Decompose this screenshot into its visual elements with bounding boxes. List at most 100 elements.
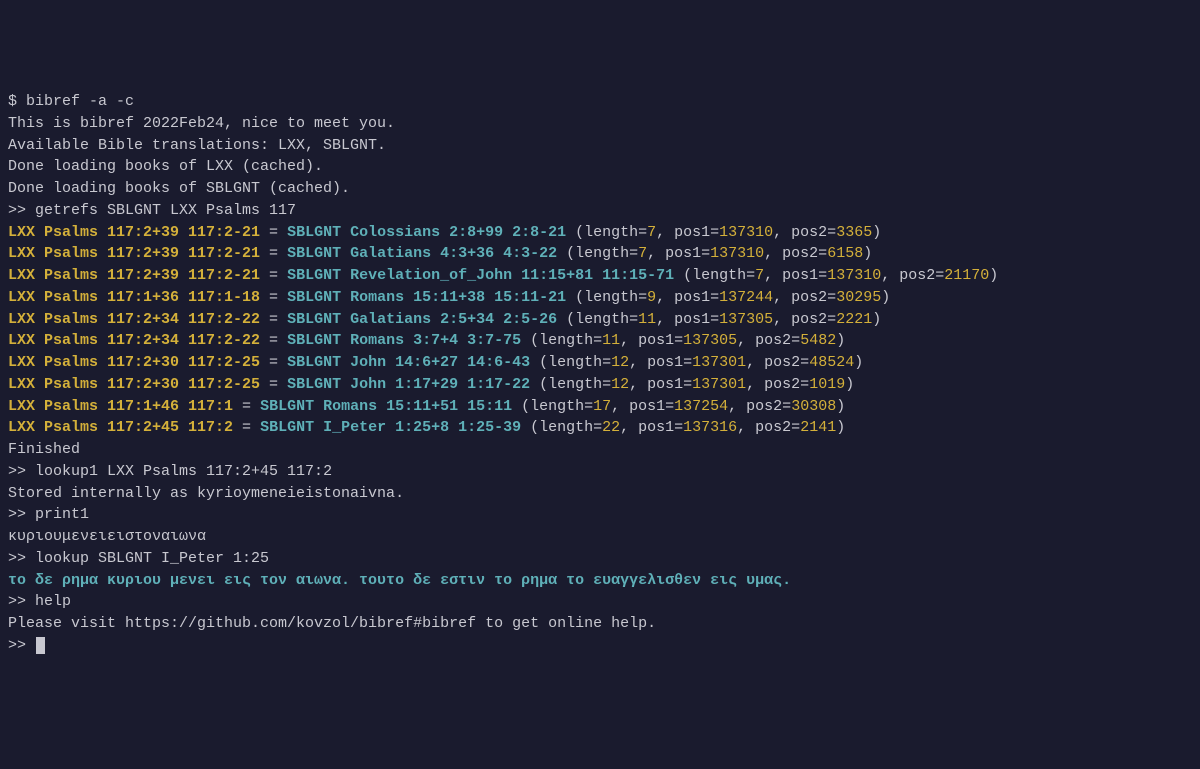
pos1-val: 137305 xyxy=(719,311,773,328)
paren-pos2: , pos2= xyxy=(773,224,836,241)
ref-line-6: LXX Psalms 117:2+30 117:2-25 = SBLGNT Jo… xyxy=(8,352,1192,374)
pos2-val: 30308 xyxy=(791,398,836,415)
pos1-val: 137305 xyxy=(683,332,737,349)
intro-text: Available Bible translations: LXX, SBLGN… xyxy=(8,137,386,154)
lxx-ref: LXX Psalms 117:2+34 117:2-22 xyxy=(8,311,260,328)
paren-length: (length= xyxy=(566,289,647,306)
length-val: 9 xyxy=(647,289,656,306)
paren-pos1: , pos1= xyxy=(647,245,710,262)
paren-length: (length= xyxy=(521,419,602,436)
lookup1-command: lookup1 LXX Psalms 117:2+45 117:2 xyxy=(35,463,332,480)
pos2-val: 48524 xyxy=(809,354,854,371)
pos1-val: 137244 xyxy=(719,289,773,306)
repl-line-lookup1: >> lookup1 LXX Psalms 117:2+45 117:2 xyxy=(8,461,1192,483)
pos1-val: 137301 xyxy=(692,376,746,393)
lxx-ref: LXX Psalms 117:1+46 117:1 xyxy=(8,398,233,415)
finished-line: Finished xyxy=(8,439,1192,461)
pos2-val: 6158 xyxy=(827,245,863,262)
repl-prompt: >> xyxy=(8,506,35,523)
lxx-ref: LXX Psalms 117:2+39 117:2-21 xyxy=(8,224,260,241)
paren-pos1: , pos1= xyxy=(620,332,683,349)
print1-command: print1 xyxy=(35,506,89,523)
paren-pos2: , pos2= xyxy=(773,311,836,328)
pos2-val: 5482 xyxy=(800,332,836,349)
pos2-val: 2141 xyxy=(800,419,836,436)
intro-line-1: Available Bible translations: LXX, SBLGN… xyxy=(8,135,1192,157)
sblgnt-ref: SBLGNT Galatians 4:3+36 4:3-22 xyxy=(287,245,557,262)
ref-line-4: LXX Psalms 117:2+34 117:2-22 = SBLGNT Ga… xyxy=(8,309,1192,331)
equals: = xyxy=(260,224,287,241)
lxx-ref: LXX Psalms 117:2+30 117:2-25 xyxy=(8,376,260,393)
length-val: 12 xyxy=(611,376,629,393)
pos1-val: 137310 xyxy=(710,245,764,262)
equals: = xyxy=(233,398,260,415)
pos2-val: 2221 xyxy=(836,311,872,328)
pos1-val: 137310 xyxy=(719,224,773,241)
repl-prompt: >> xyxy=(8,550,35,567)
equals: = xyxy=(233,419,260,436)
repl-prompt: >> xyxy=(8,637,35,654)
equals: = xyxy=(260,332,287,349)
equals: = xyxy=(260,376,287,393)
intro-text: Done loading books of LXX (cached). xyxy=(8,158,323,175)
shell-prompt: $ xyxy=(8,93,26,110)
sblgnt-ref: SBLGNT John 1:17+29 1:17-22 xyxy=(287,376,530,393)
sblgnt-ref: SBLGNT Galatians 2:5+34 2:5-26 xyxy=(287,311,557,328)
ref-line-0: LXX Psalms 117:2+39 117:2-21 = SBLGNT Co… xyxy=(8,222,1192,244)
intro-line-3: Done loading books of SBLGNT (cached). xyxy=(8,178,1192,200)
paren-pos1: , pos1= xyxy=(611,398,674,415)
cursor[interactable] xyxy=(36,637,45,654)
paren-pos1: , pos1= xyxy=(656,289,719,306)
lxx-ref: LXX Psalms 117:1+36 117:1-18 xyxy=(8,289,260,306)
terminal-output[interactable]: $ bibref -a -cThis is bibref 2022Feb24, … xyxy=(8,91,1192,657)
sblgnt-ref: SBLGNT Colossians 2:8+99 2:8-21 xyxy=(287,224,566,241)
paren-close: ) xyxy=(989,267,998,284)
greek-line-1: κυριουμενειειστοναιωνα xyxy=(8,526,1192,548)
paren-pos1: , pos1= xyxy=(656,224,719,241)
lxx-ref: LXX Psalms 117:2+30 117:2-25 xyxy=(8,354,260,371)
repl-prompt: >> xyxy=(8,463,35,480)
paren-close: ) xyxy=(872,311,881,328)
length-val: 11 xyxy=(602,332,620,349)
intro-line-0: This is bibref 2022Feb24, nice to meet y… xyxy=(8,113,1192,135)
length-val: 12 xyxy=(611,354,629,371)
ref-line-8: LXX Psalms 117:1+46 117:1 = SBLGNT Roman… xyxy=(8,396,1192,418)
sblgnt-ref: SBLGNT Romans 15:11+51 15:11 xyxy=(260,398,512,415)
stored-text: Stored internally as kyrioymeneieistonai… xyxy=(8,485,404,502)
repl-line-print1: >> print1 xyxy=(8,504,1192,526)
paren-close: ) xyxy=(872,224,881,241)
pos1-val: 137310 xyxy=(827,267,881,284)
paren-pos1: , pos1= xyxy=(656,311,719,328)
pos1-val: 137316 xyxy=(683,419,737,436)
length-val: 7 xyxy=(755,267,764,284)
paren-pos1: , pos1= xyxy=(764,267,827,284)
paren-length: (length= xyxy=(557,245,638,262)
paren-pos2: , pos2= xyxy=(881,267,944,284)
finished-text: Finished xyxy=(8,441,80,458)
length-val: 22 xyxy=(602,419,620,436)
paren-pos2: , pos2= xyxy=(728,398,791,415)
paren-close: ) xyxy=(854,354,863,371)
getrefs-command: getrefs SBLGNT LXX Psalms 117 xyxy=(35,202,296,219)
help-line: Please visit https://github.com/kovzol/b… xyxy=(8,613,1192,635)
paren-pos1: , pos1= xyxy=(629,376,692,393)
intro-line-2: Done loading books of LXX (cached). xyxy=(8,156,1192,178)
repl-line-lookup: >> lookup SBLGNT I_Peter 1:25 xyxy=(8,548,1192,570)
paren-length: (length= xyxy=(530,376,611,393)
lxx-ref: LXX Psalms 117:2+45 117:2 xyxy=(8,419,233,436)
paren-pos2: , pos2= xyxy=(773,289,836,306)
lxx-ref: LXX Psalms 117:2+34 117:2-22 xyxy=(8,332,260,349)
repl-line-cursor: >> xyxy=(8,635,1192,657)
length-val: 7 xyxy=(638,245,647,262)
paren-length: (length= xyxy=(530,354,611,371)
intro-text: This is bibref 2022Feb24, nice to meet y… xyxy=(8,115,395,132)
paren-pos2: , pos2= xyxy=(746,376,809,393)
pos2-val: 30295 xyxy=(836,289,881,306)
stored-line: Stored internally as kyrioymeneieistonai… xyxy=(8,483,1192,505)
lxx-ref: LXX Psalms 117:2+39 117:2-21 xyxy=(8,245,260,262)
paren-close: ) xyxy=(836,419,845,436)
pos1-val: 137301 xyxy=(692,354,746,371)
ref-line-5: LXX Psalms 117:2+34 117:2-22 = SBLGNT Ro… xyxy=(8,330,1192,352)
paren-length: (length= xyxy=(557,311,638,328)
sblgnt-ref: SBLGNT I_Peter 1:25+8 1:25-39 xyxy=(260,419,521,436)
